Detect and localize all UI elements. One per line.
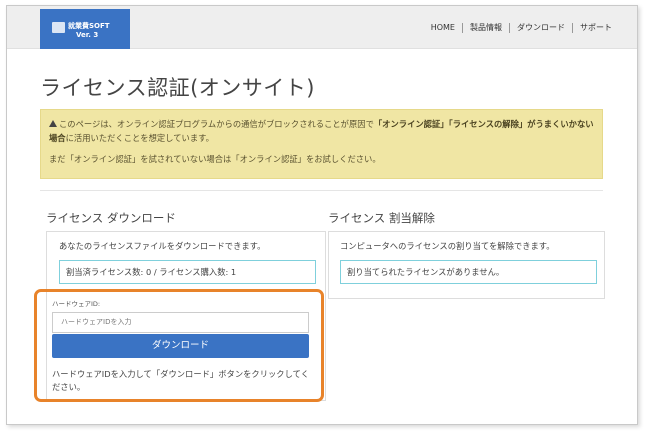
divider <box>40 190 603 191</box>
logo-text: 就業費SOFT <box>68 22 110 30</box>
site-header: 就業費SOFT Ver. 3 HOME 製品情報 ダウンロード サポート <box>7 6 637 49</box>
alert-text-before: このページは、オンライン認証プログラムからの通信がブロックされることが原因で <box>59 119 374 129</box>
unassign-panel: コンピュータへのライセンスの割り当てを解除できます。 割り当てられたライセンスが… <box>328 231 605 299</box>
alert-second-line: まだ「オンライン認証」を試されていない場合は「オンライン認証」をお試しください。 <box>49 154 381 164</box>
download-description: あなたのライセンスファイルをダウンロードできます。 <box>59 241 266 251</box>
unassign-section-title: ライセンス 割当解除 <box>328 211 435 225</box>
license-count-info: 割当済ライセンス数: 0 / ライセンス購入数: 1 <box>59 260 316 284</box>
warning-alert: このページは、オンライン認証プログラムからの通信がブロックされることが原因で「オ… <box>40 109 603 179</box>
nav-support[interactable]: サポート <box>572 23 619 33</box>
alert-message: このページは、オンライン認証プログラムからの通信がブロックされることが原因で「オ… <box>49 117 594 145</box>
unassign-description: コンピュータへのライセンスの割り当てを解除できます。 <box>340 241 555 251</box>
alert-text-after: に活用いただくことを想定しています。 <box>65 133 214 143</box>
box-icon <box>52 22 65 33</box>
site-logo[interactable]: 就業費SOFT Ver. 3 <box>40 9 130 49</box>
nav-home[interactable]: HOME <box>424 23 462 33</box>
main-nav: HOME 製品情報 ダウンロード サポート <box>424 23 619 33</box>
no-license-info: 割り当てられたライセンスがありません。 <box>340 260 597 284</box>
nav-download[interactable]: ダウンロード <box>509 23 572 33</box>
warning-icon <box>49 120 57 127</box>
nav-products[interactable]: 製品情報 <box>462 23 509 33</box>
highlight-annotation <box>34 289 324 402</box>
logo-version: Ver. 3 <box>76 31 99 39</box>
download-section-title: ライセンス ダウンロード <box>46 211 176 225</box>
page-title: ライセンス認証(オンサイト) <box>40 76 315 100</box>
